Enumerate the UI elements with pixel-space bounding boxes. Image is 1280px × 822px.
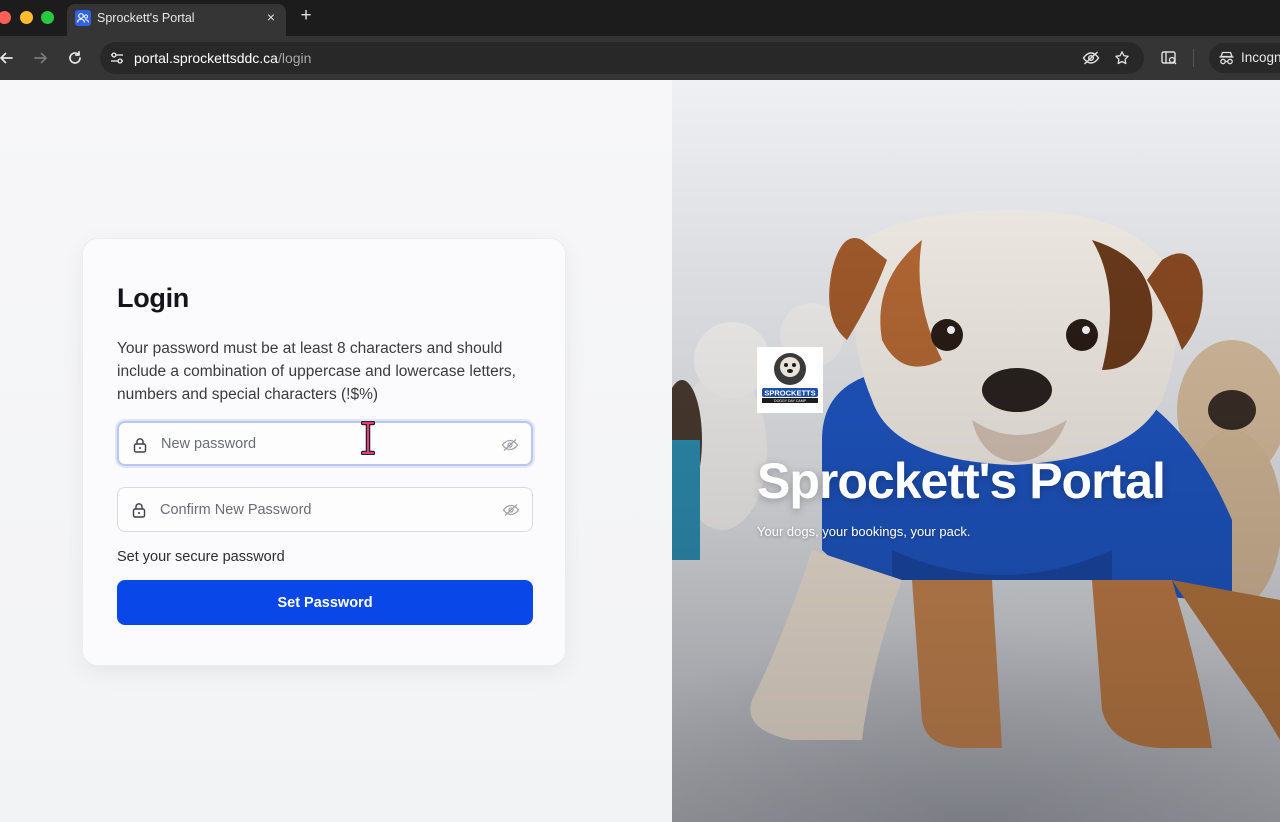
- login-card: Login Your password must be at least 8 c…: [82, 238, 566, 666]
- set-password-button[interactable]: Set Password: [117, 580, 533, 625]
- window-close-button[interactable]: [0, 11, 11, 24]
- new-tab-button[interactable]: +: [297, 6, 315, 25]
- helper-text: Set your secure password: [117, 549, 285, 565]
- lock-icon: [132, 502, 146, 523]
- page-title: Login: [117, 283, 189, 313]
- hero-title: Sprockett's Portal: [757, 453, 1166, 509]
- window-minimize-button[interactable]: [20, 11, 33, 24]
- hero-dog-illustration: [672, 80, 1280, 822]
- toolbar-divider: [1193, 49, 1194, 67]
- browser-tab-active[interactable]: Sprockett's Portal ×: [67, 4, 286, 36]
- login-pane: Login Your password must be at least 8 c…: [0, 80, 672, 822]
- tab-title: Sprockett's Portal: [97, 11, 195, 25]
- sprocketts-logo: SPROCKETTS DOGGY DAY CAMP: [757, 347, 823, 413]
- url-text: portal.sprockettsddc.ca/login: [134, 50, 311, 66]
- url-path: /login: [277, 50, 312, 66]
- eye-off-icon[interactable]: [502, 502, 520, 523]
- tab-close-icon[interactable]: ×: [263, 9, 279, 25]
- url-host: portal.sprockettsddc.ca: [134, 50, 278, 66]
- confirm-password-field[interactable]: [117, 487, 533, 532]
- portal-favicon-icon: [75, 10, 91, 26]
- hero-panel: SPROCKETTS DOGGY DAY CAMP Sprockett's Po…: [672, 80, 1280, 822]
- incognito-label: Incognito: [1241, 50, 1280, 65]
- text-cursor-icon: [360, 420, 376, 460]
- site-settings-icon[interactable]: [109, 50, 125, 71]
- incognito-profile-button[interactable]: Incognito: [1209, 43, 1280, 73]
- new-password-input[interactable]: [161, 423, 491, 464]
- incognito-icon: [1218, 50, 1235, 71]
- hero-subtitle: Your dogs, your bookings, your pack.: [757, 524, 971, 539]
- lock-icon: [133, 437, 147, 458]
- password-requirements-text: Your password must be at least 8 charact…: [117, 340, 516, 403]
- browser-toolbar: portal.sprockettsddc.ca/login Incognito: [0, 36, 1280, 80]
- page-viewport: Login Your password must be at least 8 c…: [0, 80, 1280, 822]
- window-maximize-button[interactable]: [41, 11, 54, 24]
- bookmark-star-icon[interactable]: [1114, 50, 1130, 71]
- browser-tab-strip: Sprockett's Portal × +: [0, 0, 1280, 36]
- new-password-field[interactable]: [117, 421, 533, 466]
- reading-list-icon[interactable]: [1160, 49, 1178, 72]
- confirm-password-input[interactable]: [160, 488, 490, 531]
- reload-icon[interactable]: [65, 48, 85, 68]
- eye-off-icon[interactable]: [501, 437, 519, 458]
- back-arrow-icon[interactable]: [0, 48, 16, 68]
- address-bar[interactable]: portal.sprockettsddc.ca/login: [100, 42, 1144, 74]
- logo-tagline: DOGGY DAY CAMP: [774, 399, 807, 403]
- eye-off-icon[interactable]: [1082, 50, 1100, 71]
- logo-wordmark: SPROCKETTS: [764, 389, 815, 398]
- forward-arrow-icon[interactable]: [31, 48, 51, 68]
